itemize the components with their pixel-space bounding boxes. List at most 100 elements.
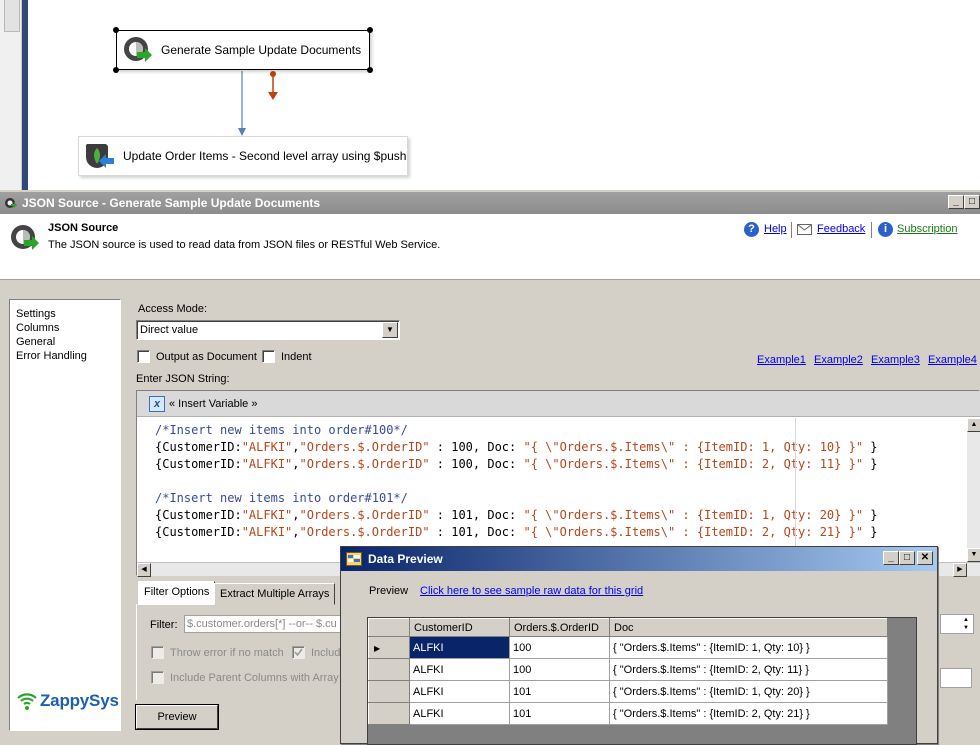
feedback-link[interactable]: Feedback <box>817 223 865 235</box>
code-guide-line <box>795 418 796 562</box>
preview-label: Preview <box>369 585 409 597</box>
task-generate-sample-update-documents[interactable]: Generate Sample Update Documents <box>113 27 373 73</box>
preview-title-bar[interactable]: Data Preview _ □ ✕ <box>341 547 937 571</box>
task-label: Generate Sample Update Documents <box>161 43 362 57</box>
cell-customerid[interactable]: ALFKI <box>409 702 510 725</box>
include-parent-checkbox[interactable] <box>151 671 164 684</box>
cell-doc[interactable]: { "Orders.$.Items" : {ItemID: 2, Qty: 11… <box>609 658 888 681</box>
help-link[interactable]: Help <box>764 223 787 235</box>
help-icon[interactable]: ? <box>744 222 759 237</box>
variable-icon[interactable]: x <box>149 395 165 412</box>
row-header[interactable]: ▶ <box>368 636 410 659</box>
column-header-doc[interactable]: Doc <box>609 618 888 637</box>
table-row[interactable]: ▶ ALFKI 100{ "Orders.$.Items" : {ItemID: 1… <box>368 636 888 659</box>
minimize-button[interactable]: _ <box>948 195 964 209</box>
json-code-textarea[interactable]: /*Insert new items into order#100*/ {Cust… <box>137 418 967 562</box>
cell-orderid[interactable]: 101 <box>509 680 610 703</box>
dialog-title-bar[interactable]: JSON Source - Generate Sample Update Doc… <box>0 192 980 214</box>
cell-customerid[interactable]: ALFKI <box>409 658 510 681</box>
spin-down-icon[interactable]: ▼ <box>960 624 972 632</box>
dialog-title: JSON Source - Generate Sample Update Doc… <box>22 196 321 210</box>
nav-item-general[interactable]: General <box>16 335 120 349</box>
row-header[interactable] <box>368 658 410 681</box>
current-row-icon: ▶ <box>374 643 381 653</box>
settings-nav-panel: Settings Columns General Error Handling <box>9 299 121 731</box>
nav-item-error-handling[interactable]: Error Handling <box>16 349 120 363</box>
cell-orderid[interactable]: 100 <box>509 658 610 681</box>
example2-link[interactable]: Example2 <box>814 354 863 366</box>
example4-link[interactable]: Example4 <box>928 354 977 366</box>
raw-data-link[interactable]: Click here to see sample raw data for th… <box>420 585 643 597</box>
cell-doc[interactable]: { "Orders.$.Items" : {ItemID: 2, Qty: 21… <box>609 702 888 725</box>
resize-handle[interactable] <box>367 67 373 73</box>
example1-link[interactable]: Example1 <box>757 354 806 366</box>
cell-doc[interactable]: { "Orders.$.Items" : {ItemID: 1, Qty: 10… <box>609 636 888 659</box>
logo-text: ZappySys <box>40 691 119 710</box>
resize-handle[interactable] <box>113 67 119 73</box>
email-icon[interactable] <box>797 224 812 235</box>
table-row[interactable]: ALFKI 101{ "Orders.$.Items" : {ItemID: 2,… <box>368 702 888 725</box>
access-mode-label: Access Mode: <box>138 303 208 315</box>
row-header-corner <box>368 618 410 637</box>
resize-handle[interactable] <box>113 27 119 33</box>
checkmark-icon <box>294 648 303 657</box>
maximize-button[interactable]: □ <box>964 195 980 209</box>
include-checkbox[interactable] <box>292 646 305 659</box>
filter-input[interactable]: $.customer.orders[*] --or-- $.cu <box>184 615 344 633</box>
scroll-right-icon[interactable]: ▶ <box>953 563 967 577</box>
editor-toolbar: x « Insert Variable » <box>137 391 980 417</box>
failure-connector-arrow <box>268 92 278 100</box>
row-header[interactable] <box>368 702 410 725</box>
scroll-left-icon[interactable]: ◀ <box>137 563 151 577</box>
component-title: JSON Source <box>48 222 119 234</box>
example3-link[interactable]: Example3 <box>871 354 920 366</box>
indent-label: Indent <box>281 351 312 363</box>
json-source-icon <box>11 225 39 250</box>
nav-item-columns[interactable]: Columns <box>16 321 120 335</box>
cell-doc[interactable]: { "Orders.$.Items" : {ItemID: 1, Qty: 20… <box>609 680 888 703</box>
close-icon[interactable]: ✕ <box>917 551 933 565</box>
nav-item-settings[interactable]: Settings <box>16 307 120 321</box>
cell-customerid[interactable]: ALFKI <box>409 636 510 659</box>
scroll-up-icon[interactable]: ▲ <box>967 418 980 432</box>
resize-handle[interactable] <box>367 27 373 33</box>
preview-data-grid[interactable]: CustomerID Orders.$.OrderID Doc ▶ ALFKI 10… <box>367 617 917 745</box>
task-label: Update Order Items - Second level array … <box>123 149 407 163</box>
table-row[interactable]: ALFKI 100{ "Orders.$.Items" : {ItemID: 2,… <box>368 658 888 681</box>
column-header-customerid[interactable]: CustomerID <box>409 618 510 637</box>
task-update-order-items[interactable]: Update Order Items - Second level array … <box>78 136 408 176</box>
access-mode-select[interactable]: Direct value ▼ <box>136 320 400 340</box>
tab-filter-options[interactable]: Filter Options <box>138 581 216 605</box>
output-as-document-checkbox[interactable] <box>137 350 150 363</box>
grid-window-icon <box>346 552 362 566</box>
cell-customerid[interactable]: ALFKI <box>409 680 510 703</box>
code-vertical-scrollbar[interactable]: ▲ ▼ <box>967 418 980 562</box>
zappysys-logo: ZappySys <box>16 690 119 712</box>
preview-button[interactable]: Preview <box>136 705 218 729</box>
maximize-button[interactable]: □ <box>899 551 915 565</box>
table-row[interactable]: ALFKI 101{ "Orders.$.Items" : {ItemID: 1,… <box>368 680 888 703</box>
info-icon[interactable]: i <box>878 222 893 237</box>
separator <box>791 222 792 238</box>
insert-variable-button[interactable]: « Insert Variable » <box>169 398 257 410</box>
minimize-button[interactable]: _ <box>883 551 899 565</box>
scroll-down-icon[interactable]: ▼ <box>967 548 980 562</box>
numeric-spinner[interactable]: ▲ ▼ <box>940 614 974 634</box>
column-header-orderid[interactable]: Orders.$.OrderID <box>509 618 610 637</box>
cell-orderid[interactable]: 100 <box>509 636 610 659</box>
throw-error-checkbox[interactable] <box>151 646 164 659</box>
cell-orderid[interactable]: 101 <box>509 702 610 725</box>
spin-up-icon[interactable]: ▲ <box>960 616 972 624</box>
code-line: {CustomerID:"ALFKI","Orders.$.OrderID" :… <box>155 525 878 539</box>
output-as-document-label: Output as Document <box>156 351 257 363</box>
subscription-link[interactable]: Subscription <box>897 223 958 235</box>
dialog-header: JSON Source The JSON source is used to r… <box>0 214 980 280</box>
row-header[interactable] <box>368 680 410 703</box>
design-surface: Generate Sample Update Documents Update … <box>0 0 980 190</box>
indent-checkbox[interactable] <box>262 350 275 363</box>
tab-extract-multiple-arrays[interactable]: Extract Multiple Arrays <box>214 583 336 605</box>
chevron-down-icon[interactable]: ▼ <box>382 322 398 338</box>
text-field[interactable] <box>940 668 972 688</box>
data-preview-window: Data Preview _ □ ✕ Preview Click here to… <box>340 546 938 745</box>
